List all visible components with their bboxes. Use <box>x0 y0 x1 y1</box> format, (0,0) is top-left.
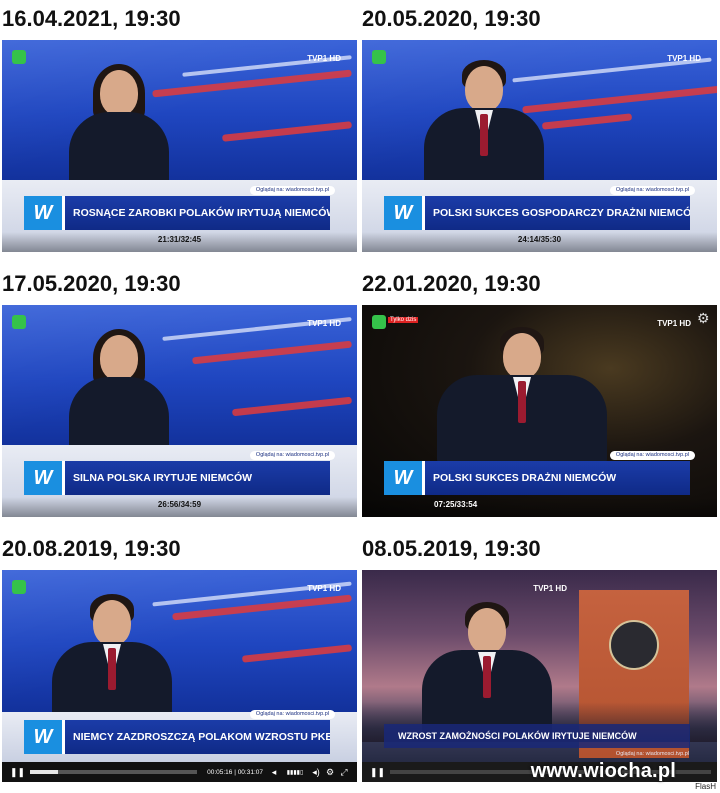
news-ticker: WZROST ZAMOŻNOŚCI POLAKÓW IRYTUJE NIEMCÓ… <box>384 724 690 748</box>
fullscreen-icon[interactable]: ⤢ <box>337 767 351 778</box>
progress-fill <box>30 770 59 774</box>
author-watermark: FlasH <box>695 782 716 791</box>
channel-logo: TVP1 HD <box>307 54 341 63</box>
anchor-tie <box>483 656 491 698</box>
channel-logo: TVP1 HD <box>307 319 341 328</box>
vod-logo-icon <box>12 315 26 329</box>
video-frame[interactable]: TVP1 HD Oglądaj na: wiadomosci.tvp.pl NI… <box>2 570 357 782</box>
news-ticker: NIEMCY ZAZDROSZCZĄ POLAKOM WZROSTU PKB <box>24 720 330 754</box>
timecode: 24:14/35:30 <box>517 235 562 244</box>
channel-logo: TVP1 HD <box>667 54 701 63</box>
timecode: 26:56/34:59 <box>157 500 202 509</box>
wiadomosci-logo-icon <box>24 196 62 230</box>
vod-logo-icon <box>372 50 386 64</box>
timecode: 07:25/33:54 <box>434 500 478 509</box>
wiadomosci-logo-icon <box>24 720 62 754</box>
channel-logo: TVP1 HD <box>657 319 691 328</box>
ticker-headline: POLSKI SUKCES DRAŻNI NIEMCÓW <box>422 461 690 495</box>
anchor-tie <box>108 648 116 690</box>
volume-slider[interactable]: ▮▮▮▮▯ <box>281 769 309 776</box>
news-ticker: POLSKI SUKCES GOSPODARCZY DRAŻNI NIEMCÓW <box>384 196 690 230</box>
anchor-head <box>93 600 131 646</box>
url-bar: Oglądaj na: wiadomosci.tvp.pl <box>609 186 695 195</box>
wiadomosci-logo-icon <box>384 461 422 495</box>
panel-date: 20.05.2020, 19:30 <box>362 6 541 31</box>
anchor-head <box>100 335 138 381</box>
news-ticker: ROSNĄCE ZAROBKI POLAKÓW IRYTUJĄ NIEMCÓW <box>24 196 330 230</box>
video-frame[interactable]: TVP1 HD WZROST ZAMOŻNOŚCI POLAKÓW IRYTUJ… <box>362 570 717 782</box>
gear-icon[interactable]: ⚙ <box>697 311 711 325</box>
reporter-tie <box>518 381 526 423</box>
news-ticker: SILNA POLSKA IRYTUJE NIEMCÓW <box>24 461 330 495</box>
url-bar: Oglądaj na: wiadomosci.tvp.pl <box>249 451 335 460</box>
reporter <box>437 321 607 471</box>
ticker-headline: WZROST ZAMOŻNOŚCI POLAKÓW IRYTUJE NIEMCÓ… <box>384 724 690 748</box>
panel-date: 22.01.2020, 19:30 <box>362 271 541 296</box>
video-frame[interactable]: Tylko dzis TVP1 HD ⚙ Oglądaj na: wiadomo… <box>362 305 717 517</box>
ticker-headline: ROSNĄCE ZAROBKI POLAKÓW IRYTUJĄ NIEMCÓW <box>62 196 330 230</box>
anchor-head <box>100 70 138 116</box>
panel-date: 08.05.2019, 19:30 <box>362 536 541 561</box>
ticker-headline: SILNA POLSKA IRYTUJE NIEMCÓW <box>62 461 330 495</box>
channel-logo: TVP1 HD <box>533 584 567 593</box>
anchor-head <box>468 608 506 654</box>
anchor-head <box>465 66 503 112</box>
news-ticker: POLSKI SUKCES DRAŻNI NIEMCÓW <box>384 461 690 495</box>
site-watermark: www.wiocha.pl <box>530 760 676 782</box>
panel-date: 16.04.2021, 19:30 <box>2 6 181 31</box>
progress-bar[interactable] <box>30 770 198 774</box>
anchor-tie <box>480 114 488 156</box>
wiadomosci-logo-icon <box>384 196 422 230</box>
ticker-headline: NIEMCY ZAZDROSZCZĄ POLAKOM WZROSTU PKB <box>62 720 330 754</box>
video-frame[interactable]: TVP1 HD Oglądaj na: wiadomosci.tvp.pl RO… <box>2 40 357 252</box>
url-bar: Oglądaj na: wiadomosci.tvp.pl <box>609 451 695 460</box>
video-frame[interactable]: TVP1 HD Oglądaj na: wiadomosci.tvp.pl SI… <box>2 305 357 517</box>
timecode: 00:05:16 | 00:31:07 <box>207 768 263 776</box>
gear-icon[interactable]: ⚙ <box>323 767 337 778</box>
wiadomosci-logo-icon <box>24 461 62 495</box>
reporter-head <box>503 333 541 379</box>
panel-date: 17.05.2020, 19:30 <box>2 271 181 296</box>
live-tag: Tylko dzis <box>388 317 419 323</box>
vod-logo-icon <box>372 315 386 329</box>
ticker-headline: POLSKI SUKCES GOSPODARCZY DRAŻNI NIEMCÓW <box>422 196 690 230</box>
url-bar: Oglądaj na: wiadomosci.tvp.pl <box>249 186 335 195</box>
url-bar: Oglądaj na: wiadomosci.tvp.pl <box>249 710 335 719</box>
panel-date: 20.08.2019, 19:30 <box>2 536 181 561</box>
vod-logo-icon <box>12 580 26 594</box>
player-controls[interactable]: ❚❚ 00:05:16 | 00:31:07 ◂ ▮▮▮▮▯ ◂) ⚙ ⤢ <box>2 762 357 782</box>
pause-icon[interactable]: ❚❚ <box>10 767 25 778</box>
pause-icon[interactable]: ❚❚ <box>370 767 385 778</box>
speaker-icon[interactable]: ◂) <box>309 767 323 778</box>
clock-face <box>609 620 659 670</box>
video-frame[interactable]: TVP1 HD Oglądaj na: wiadomosci.tvp.pl PO… <box>362 40 717 252</box>
volume-icon[interactable]: ◂ <box>267 767 281 778</box>
url-bar: Oglądaj na: wiadomosci.tvp.pl <box>615 751 689 757</box>
timecode: 21:31/32:45 <box>157 235 202 244</box>
channel-logo: TVP1 HD <box>307 584 341 593</box>
vod-logo-icon <box>12 50 26 64</box>
